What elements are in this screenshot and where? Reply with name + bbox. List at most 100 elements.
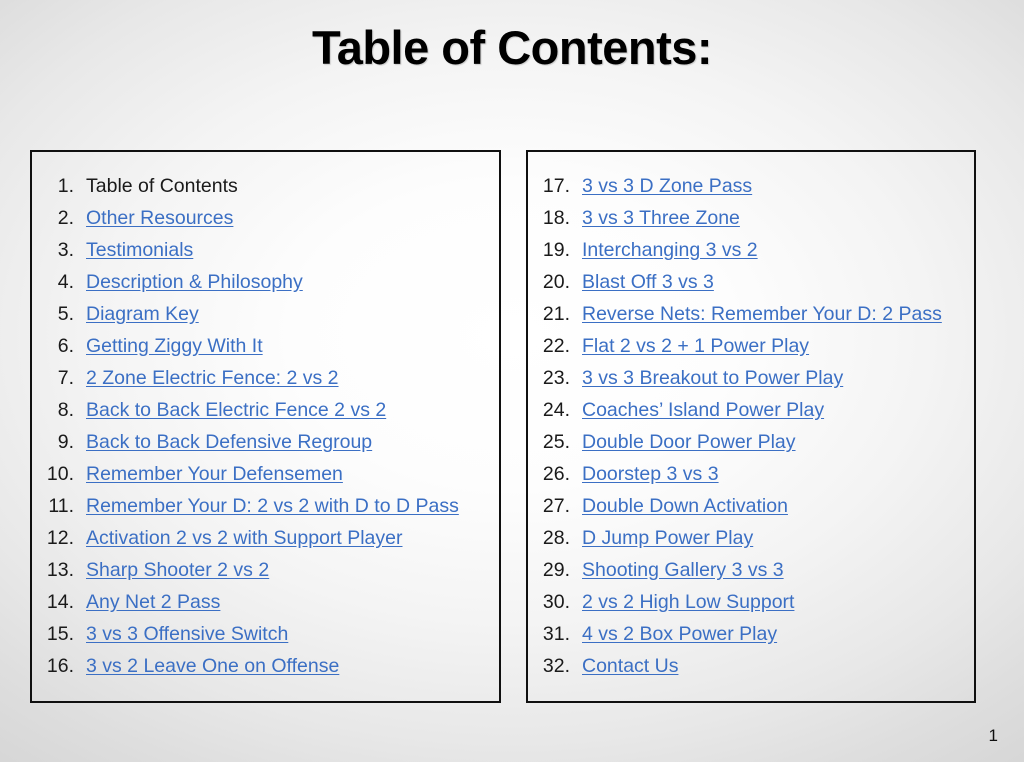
- slide-canvas: Table of Contents: 1. Table of Contents 2.…: [0, 0, 1024, 762]
- toc-item-link[interactable]: Description & Philosophy: [86, 266, 303, 298]
- toc-item[interactable]: 3. Testimonials: [40, 234, 489, 266]
- toc-item[interactable]: 9. Back to Back Defensive Regroup: [40, 426, 489, 458]
- toc-item-number: 31.: [542, 623, 570, 645]
- toc-item-number: 20.: [542, 271, 570, 293]
- toc-item[interactable]: 8. Back to Back Electric Fence 2 vs 2: [40, 394, 489, 426]
- toc-list-left: 1. Table of Contents 2. Other Resources 3. Te…: [40, 170, 489, 682]
- toc-item-number: 32.: [542, 655, 570, 677]
- toc-item-link[interactable]: Back to Back Defensive Regroup: [86, 426, 372, 458]
- toc-item-link[interactable]: Doorstep 3 vs 3: [582, 458, 719, 490]
- toc-item-number: 2.: [57, 207, 74, 229]
- toc-item-link[interactable]: Diagram Key: [86, 298, 199, 330]
- toc-item[interactable]: 15. 3 vs 3 Offensive Switch: [40, 618, 489, 650]
- toc-item[interactable]: 21. Reverse Nets: Remember Your D: 2 Pass: [536, 298, 964, 330]
- toc-item-number: 10.: [46, 463, 74, 485]
- toc-item-link[interactable]: Contact Us: [582, 650, 678, 682]
- toc-item-number: 3.: [57, 239, 74, 261]
- toc-item-link[interactable]: Blast Off 3 vs 3: [582, 266, 714, 298]
- toc-item[interactable]: 30. 2 vs 2 High Low Support: [536, 586, 964, 618]
- toc-item-link[interactable]: Interchanging 3 vs 2: [582, 234, 758, 266]
- toc-item-number: 11.: [48, 495, 74, 517]
- toc-item-number: 25.: [542, 431, 570, 453]
- toc-item-number: 29.: [542, 559, 570, 581]
- toc-item-link[interactable]: Coaches’ Island Power Play: [582, 394, 824, 426]
- toc-item-link[interactable]: Sharp Shooter 2 vs 2: [86, 554, 269, 586]
- toc-item[interactable]: 14. Any Net 2 Pass: [40, 586, 489, 618]
- toc-item-link[interactable]: Other Resources: [86, 202, 233, 234]
- toc-column-left: 1. Table of Contents 2. Other Resources 3. Te…: [30, 150, 501, 703]
- toc-item[interactable]: 6. Getting Ziggy With It: [40, 330, 489, 362]
- toc-column-right: 17. 3 vs 3 D Zone Pass 18. 3 vs 3 Three Zon…: [526, 150, 976, 703]
- toc-item-link[interactable]: 3 vs 3 Three Zone: [582, 202, 740, 234]
- toc-item-number: 12.: [46, 527, 74, 549]
- toc-item[interactable]: 7. 2 Zone Electric Fence: 2 vs 2: [40, 362, 489, 394]
- toc-item[interactable]: 5. Diagram Key: [40, 298, 489, 330]
- toc-item[interactable]: 17. 3 vs 3 D Zone Pass: [536, 170, 964, 202]
- toc-item[interactable]: 20. Blast Off 3 vs 3: [536, 266, 964, 298]
- toc-item-link[interactable]: Reverse Nets: Remember Your D: 2 Pass: [582, 298, 942, 330]
- toc-item-link[interactable]: D Jump Power Play: [582, 522, 753, 554]
- toc-item-link[interactable]: Remember Your D: 2 vs 2 with D to D Pass: [86, 490, 459, 522]
- toc-item[interactable]: 11. Remember Your D: 2 vs 2 with D to D P…: [40, 490, 489, 522]
- toc-item-link[interactable]: Double Door Power Play: [582, 426, 796, 458]
- toc-item-number: 30.: [542, 591, 570, 613]
- toc-item-link[interactable]: 3 vs 3 Breakout to Power Play: [582, 362, 843, 394]
- toc-item[interactable]: 26. Doorstep 3 vs 3: [536, 458, 964, 490]
- toc-item[interactable]: 32. Contact Us: [536, 650, 964, 682]
- toc-item[interactable]: 19. Interchanging 3 vs 2: [536, 234, 964, 266]
- toc-item[interactable]: 10. Remember Your Defensemen: [40, 458, 489, 490]
- toc-item-number: 13.: [46, 559, 74, 581]
- toc-item-number: 26.: [542, 463, 570, 485]
- toc-item[interactable]: 25. Double Door Power Play: [536, 426, 964, 458]
- page-number: 1: [988, 726, 998, 745]
- toc-item[interactable]: 16. 3 vs 2 Leave One on Offense: [40, 650, 489, 682]
- toc-item-number: 27.: [542, 495, 570, 517]
- toc-item-link[interactable]: Back to Back Electric Fence 2 vs 2: [86, 394, 386, 426]
- toc-item-number: 23.: [542, 367, 570, 389]
- toc-item-number: 17.: [542, 175, 570, 197]
- toc-item[interactable]: 23. 3 vs 3 Breakout to Power Play: [536, 362, 964, 394]
- page-title: Table of Contents:: [311, 21, 713, 74]
- toc-item[interactable]: 28. D Jump Power Play: [536, 522, 964, 554]
- toc-item-number: 18.: [542, 207, 570, 229]
- toc-item[interactable]: 27. Double Down Activation: [536, 490, 964, 522]
- toc-item-link[interactable]: Shooting Gallery 3 vs 3: [582, 554, 784, 586]
- toc-item-link[interactable]: Getting Ziggy With It: [86, 330, 263, 362]
- toc-item-link[interactable]: Remember Your Defensemen: [86, 458, 343, 490]
- toc-item-number: 5.: [57, 303, 74, 325]
- toc-item-number: 7.: [57, 367, 74, 389]
- toc-item-link[interactable]: Double Down Activation: [582, 490, 788, 522]
- toc-list-right: 17. 3 vs 3 D Zone Pass 18. 3 vs 3 Three Zon…: [536, 170, 964, 682]
- toc-item-number: 21.: [542, 303, 570, 325]
- toc-item: 1. Table of Contents: [40, 170, 489, 202]
- toc-item-link[interactable]: 3 vs 2 Leave One on Offense: [86, 650, 339, 682]
- toc-item-link[interactable]: 2 vs 2 High Low Support: [582, 586, 794, 618]
- toc-item-number: 16.: [46, 655, 74, 677]
- toc-item[interactable]: 12. Activation 2 vs 2 with Support Player: [40, 522, 489, 554]
- toc-item-number: 22.: [542, 335, 570, 357]
- toc-item[interactable]: 29. Shooting Gallery 3 vs 3: [536, 554, 964, 586]
- toc-item-link[interactable]: Flat 2 vs 2 + 1 Power Play: [582, 330, 809, 362]
- toc-item-link[interactable]: 3 vs 3 D Zone Pass: [582, 170, 752, 202]
- toc-item[interactable]: 22. Flat 2 vs 2 + 1 Power Play: [536, 330, 964, 362]
- toc-item-link[interactable]: Testimonials: [86, 234, 193, 266]
- toc-item[interactable]: 2. Other Resources: [40, 202, 489, 234]
- toc-item-number: 6.: [57, 335, 74, 357]
- toc-item-link[interactable]: Activation 2 vs 2 with Support Player: [86, 522, 403, 554]
- toc-item[interactable]: 13. Sharp Shooter 2 vs 2: [40, 554, 489, 586]
- toc-item-link[interactable]: 2 Zone Electric Fence: 2 vs 2: [86, 362, 339, 394]
- toc-item[interactable]: 31. 4 vs 2 Box Power Play: [536, 618, 964, 650]
- toc-item[interactable]: 4. Description & Philosophy: [40, 266, 489, 298]
- toc-item-number: 24.: [542, 399, 570, 421]
- toc-item-number: 28.: [542, 527, 570, 549]
- toc-item[interactable]: 18. 3 vs 3 Three Zone: [536, 202, 964, 234]
- toc-item-link[interactable]: 3 vs 3 Offensive Switch: [86, 618, 288, 650]
- toc-item-number: 14.: [46, 591, 74, 613]
- toc-item-label: Table of Contents: [86, 175, 238, 197]
- toc-item-link[interactable]: 4 vs 2 Box Power Play: [582, 618, 777, 650]
- toc-item[interactable]: 24. Coaches’ Island Power Play: [536, 394, 964, 426]
- toc-item-number: 15.: [46, 623, 74, 645]
- toc-item-number: 4.: [57, 271, 74, 293]
- toc-item-link[interactable]: Any Net 2 Pass: [86, 586, 220, 618]
- toc-item-number: 8.: [57, 399, 74, 421]
